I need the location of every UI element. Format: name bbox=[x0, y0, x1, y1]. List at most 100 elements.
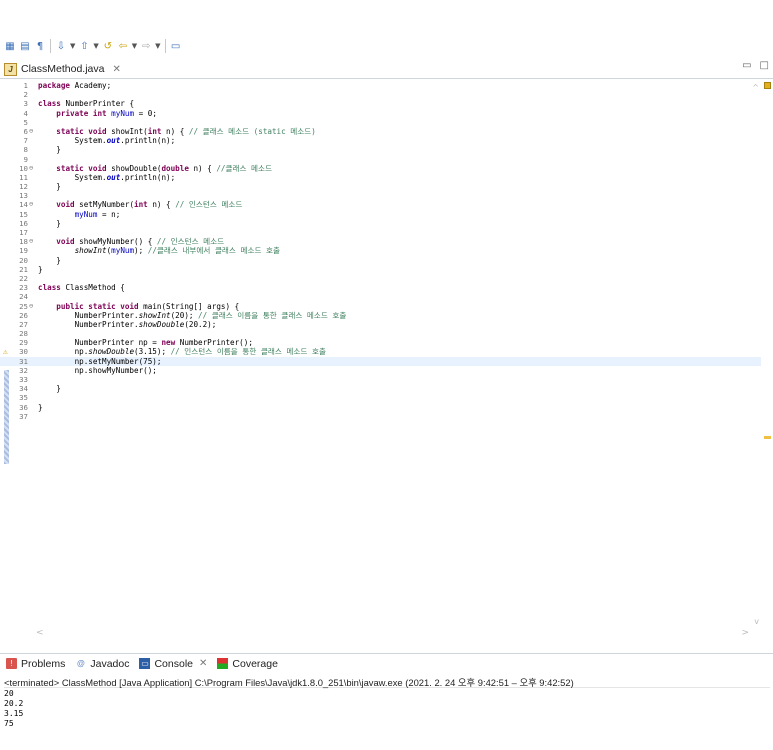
horizontal-scrollbar[interactable]: < > bbox=[34, 628, 749, 640]
toggle-ant-editor-icon[interactable]: ▦ bbox=[4, 40, 16, 52]
code-line[interactable]: 11 System.out.println(n); bbox=[0, 173, 773, 182]
code-line[interactable]: 8 } bbox=[0, 145, 773, 154]
overview-warning-marker[interactable] bbox=[764, 436, 771, 439]
code-line[interactable]: 31 np.setMyNumber(75); bbox=[0, 356, 773, 366]
code-editor[interactable]: 1 package Academy; 2 3 class NumberPrinter {… bbox=[0, 79, 773, 646]
code-text: } bbox=[38, 402, 43, 412]
code-text: NumberPrinter.showDouble(20.2); bbox=[38, 319, 217, 329]
previous-annotation-icon[interactable]: ⇧ bbox=[78, 40, 90, 52]
scroll-down-icon[interactable]: v bbox=[754, 617, 759, 626]
code-line[interactable]: 15 myNum = n; bbox=[0, 210, 773, 219]
console-output-line: 20.2 bbox=[4, 699, 24, 708]
code-text: } bbox=[38, 255, 61, 265]
code-lines: 1 package Academy; 2 3 class NumberPrinter {… bbox=[0, 81, 773, 421]
code-line[interactable]: 22 bbox=[0, 274, 773, 283]
line-number: 11 bbox=[19, 172, 28, 182]
tab-console[interactable]: ▭ Console ✕ bbox=[139, 658, 207, 670]
scroll-up-icon[interactable]: ^ bbox=[752, 83, 759, 92]
console-output-line: 3.15 bbox=[4, 709, 24, 718]
line-number: 9 bbox=[23, 154, 28, 164]
pin-editor-icon[interactable]: ▭ bbox=[170, 40, 182, 52]
code-line[interactable]: 1 package Academy; bbox=[0, 81, 773, 90]
code-text: void setMyNumber(int n) { // 인스턴스 메소드 bbox=[56, 200, 243, 210]
code-line[interactable]: 6 ⊖ static void showInt(int n) { // 클래스 메… bbox=[0, 127, 773, 136]
minimize-icon[interactable]: ▭ bbox=[742, 60, 751, 71]
code-line[interactable]: 24 bbox=[0, 292, 773, 301]
warning-icon[interactable]: ⚠ bbox=[3, 347, 8, 356]
code-line[interactable]: 30 ⚠ np.showDouble(3.15); // 인스턴스 이름을 통한 … bbox=[0, 347, 773, 356]
console-output-line: 20 bbox=[4, 689, 14, 698]
code-line[interactable]: 17 bbox=[0, 228, 773, 237]
code-line[interactable]: 34 } bbox=[0, 384, 773, 393]
line-number: 22 bbox=[19, 273, 28, 283]
chevron-down-icon[interactable]: ▼ bbox=[93, 42, 98, 50]
code-line[interactable]: 9 bbox=[0, 155, 773, 164]
code-line[interactable]: 33 bbox=[0, 375, 773, 384]
problems-icon: ! bbox=[6, 658, 17, 669]
code-line[interactable]: 35 bbox=[0, 393, 773, 402]
line-number: 31 bbox=[19, 356, 28, 366]
code-line[interactable]: 3 class NumberPrinter { bbox=[0, 99, 773, 108]
code-line[interactable]: 2 bbox=[0, 90, 773, 99]
line-number: 28 bbox=[19, 329, 28, 339]
maximize-icon[interactable]: □ bbox=[760, 60, 769, 71]
next-annotation-icon[interactable]: ⇩ bbox=[55, 40, 67, 52]
fold-toggle-icon[interactable]: ⊖ bbox=[29, 200, 33, 209]
chevron-down-icon[interactable]: ▼ bbox=[155, 42, 160, 50]
back-icon[interactable]: ⇦ bbox=[117, 40, 129, 52]
show-whitespace-icon[interactable]: ¶ bbox=[34, 40, 46, 52]
code-line[interactable]: 12 } bbox=[0, 182, 773, 191]
line-number: 16 bbox=[19, 218, 28, 228]
scroll-left-icon[interactable]: < bbox=[36, 628, 44, 638]
code-text: } bbox=[38, 145, 61, 155]
tab-problems[interactable]: ! Problems bbox=[6, 658, 65, 670]
code-line[interactable]: 25 ⊖ public static void main(String[] arg… bbox=[0, 302, 773, 311]
code-text: System.out.println(n); bbox=[38, 136, 176, 146]
code-line[interactable]: 10 ⊖ static void showDouble(double n) { /… bbox=[0, 164, 773, 173]
fold-toggle-icon[interactable]: ⊖ bbox=[29, 302, 33, 311]
line-number: 4 bbox=[23, 108, 28, 118]
editor-tab-classmethod[interactable]: J ClassMethod.java ✕ bbox=[4, 60, 121, 78]
fold-toggle-icon[interactable]: ⊖ bbox=[29, 127, 33, 136]
chevron-down-icon[interactable]: ▼ bbox=[132, 42, 137, 50]
code-line[interactable]: 21} bbox=[0, 265, 773, 274]
line-number: 6 bbox=[23, 126, 28, 136]
code-line[interactable]: 18 ⊖ void showMyNumber() { // 인스턴스 메소드 bbox=[0, 237, 773, 246]
code-line[interactable]: 7 System.out.println(n); bbox=[0, 136, 773, 145]
fold-toggle-icon[interactable]: ⊖ bbox=[29, 237, 33, 246]
line-number: 3 bbox=[23, 99, 28, 109]
tab-javadoc[interactable]: @ Javadoc bbox=[75, 658, 130, 670]
code-line[interactable]: 4 private int myNum = 0; bbox=[0, 109, 773, 118]
chevron-down-icon[interactable]: ▼ bbox=[70, 42, 75, 50]
code-line[interactable]: 37 bbox=[0, 412, 773, 421]
code-line[interactable]: 5 bbox=[0, 118, 773, 127]
line-number: 8 bbox=[23, 145, 28, 155]
code-line[interactable]: 23 class ClassMethod { bbox=[0, 283, 773, 292]
code-line[interactable]: 36} bbox=[0, 403, 773, 412]
toggle-block-selection-icon[interactable]: ▤ bbox=[19, 40, 31, 52]
tab-coverage[interactable]: Coverage bbox=[217, 658, 278, 670]
code-text: } bbox=[38, 182, 61, 192]
close-icon[interactable]: ✕ bbox=[112, 64, 120, 75]
line-number: 18 bbox=[19, 237, 28, 247]
editor-tab-label: ClassMethod.java bbox=[21, 63, 105, 75]
last-edit-location-icon[interactable]: ↺ bbox=[102, 40, 114, 52]
code-line[interactable]: 32 np.showMyNumber(); bbox=[0, 366, 773, 375]
code-text: showInt(myNum); //클래스 내부에서 클래스 메소드 호출 bbox=[74, 246, 280, 256]
line-number: 12 bbox=[19, 182, 28, 192]
code-line[interactable]: 19 showInt(myNum); //클래스 내부에서 클래스 메소드 호출 bbox=[0, 246, 773, 255]
line-number: 20 bbox=[19, 255, 28, 265]
code-text: void showMyNumber() { // 인스턴스 메소드 bbox=[56, 237, 225, 247]
overview-ruler bbox=[761, 79, 773, 646]
code-line[interactable]: 28 bbox=[0, 329, 773, 338]
fold-toggle-icon[interactable]: ⊖ bbox=[29, 164, 33, 173]
close-icon[interactable]: ✕ bbox=[199, 658, 207, 669]
code-line[interactable]: 26 NumberPrinter.showInt(20); // 클래스 이름을… bbox=[0, 311, 773, 320]
scroll-right-icon[interactable]: > bbox=[741, 628, 749, 638]
console-output[interactable]: 20 20.2 3.15 75 bbox=[4, 689, 23, 729]
code-line[interactable]: 20 } bbox=[0, 256, 773, 265]
forward-icon[interactable]: ⇨ bbox=[140, 40, 152, 52]
code-line[interactable]: 16 } bbox=[0, 219, 773, 228]
code-line[interactable]: 14 ⊖ void setMyNumber(int n) { // 인스턴스 메소… bbox=[0, 200, 773, 209]
code-line[interactable]: 27 NumberPrinter.showDouble(20.2); bbox=[0, 320, 773, 329]
